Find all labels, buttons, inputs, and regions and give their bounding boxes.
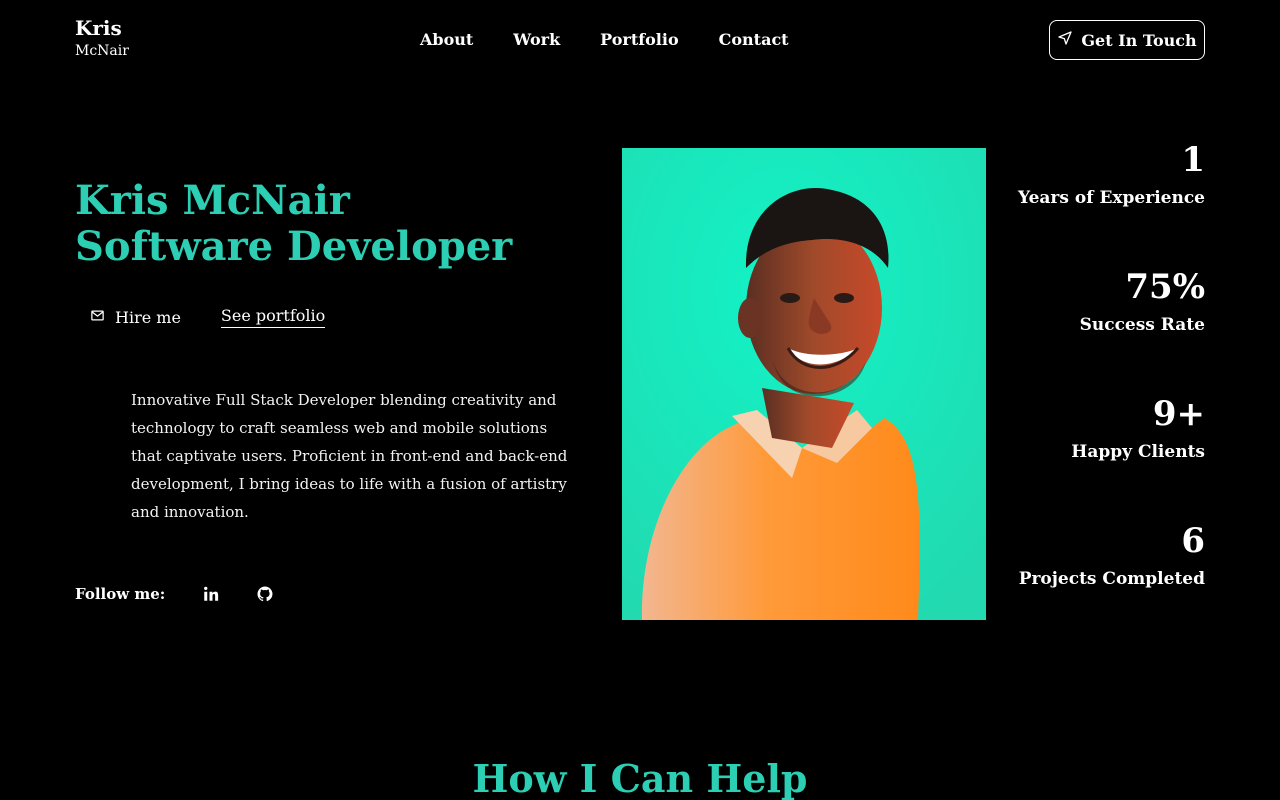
logo[interactable]: Kris McNair (75, 18, 129, 58)
stat-value: 75% (1125, 267, 1205, 307)
see-portfolio-link[interactable]: See portfolio (220, 306, 326, 328)
stat-value: 6 (1181, 521, 1205, 561)
main-nav: About Work Portfolio Contact (420, 30, 789, 49)
hire-me-button[interactable]: Hire me (90, 308, 181, 327)
stat-value: 1 (1181, 140, 1205, 180)
logo-first-name: Kris (75, 16, 122, 40)
site-header: Kris McNair About Work Portfolio Contact… (0, 0, 1280, 80)
stat-item: 9+ Happy Clients (985, 394, 1205, 521)
stat-value: 9+ (1152, 394, 1205, 434)
send-icon (1057, 30, 1073, 50)
page: Kris McNair About Work Portfolio Contact… (0, 0, 1280, 800)
follow-me: Follow me: (75, 584, 309, 604)
stats-panel: 1 Years of Experience 75% Success Rate 9… (985, 140, 1205, 648)
nav-contact[interactable]: Contact (719, 30, 789, 49)
stat-label: Projects Completed (1018, 569, 1205, 589)
get-in-touch-button[interactable]: Get In Touch (1049, 20, 1205, 60)
get-in-touch-label: Get In Touch (1081, 30, 1197, 50)
section-title: How I Can Help (472, 756, 808, 800)
follow-label: Follow me: (75, 585, 166, 603)
hero-title: Kris McNair Software Developer (75, 178, 512, 270)
profile-photo (622, 148, 986, 620)
nav-work[interactable]: Work (513, 30, 560, 49)
hero-name: Kris McNair (75, 177, 350, 224)
stat-item: 75% Success Rate (985, 267, 1205, 394)
nav-about[interactable]: About (420, 30, 473, 49)
bio-text: Innovative Full Stack Developer blending… (131, 391, 568, 521)
nav-portfolio[interactable]: Portfolio (600, 30, 678, 49)
stat-label: Success Rate (1079, 315, 1205, 335)
stat-item: 1 Years of Experience (985, 140, 1205, 267)
github-icon[interactable] (255, 584, 275, 604)
logo-last-name: McNair (75, 43, 129, 59)
hire-me-label: Hire me (115, 307, 181, 327)
hero-role: Software Developer (75, 223, 513, 270)
mail-icon (90, 308, 105, 327)
stat-item: 6 Projects Completed (985, 521, 1205, 648)
linkedin-icon[interactable] (201, 584, 221, 604)
hero-actions: Hire me See portfolio (90, 306, 326, 328)
stat-label: Years of Experience (1017, 188, 1205, 208)
stat-label: Happy Clients (1071, 442, 1205, 462)
